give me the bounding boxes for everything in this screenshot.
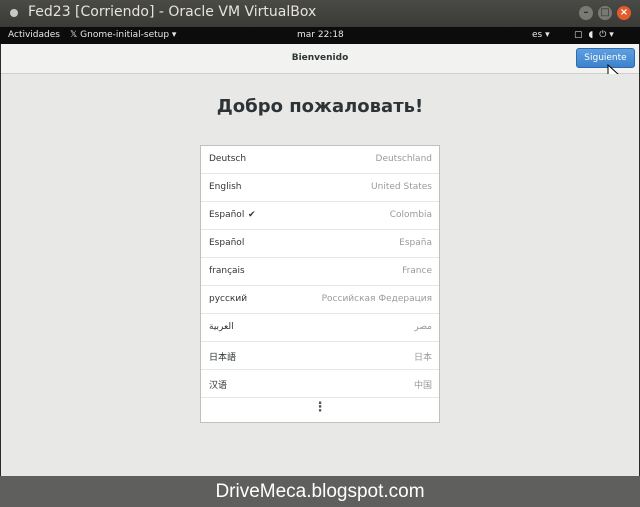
language-row[interactable]: English United States xyxy=(201,174,439,202)
language-row[interactable]: Deutsch Deutschland xyxy=(201,146,439,174)
page-title: Bienvenido xyxy=(291,53,349,63)
app-menu-label: Gnome-initial-setup ▾ xyxy=(80,30,177,40)
language-row[interactable]: 日本語 日本 xyxy=(201,342,439,370)
close-button[interactable]: × xyxy=(617,6,631,20)
language-region: France xyxy=(402,266,432,276)
activities-button[interactable]: Actividades xyxy=(8,30,60,40)
language-name: русский xyxy=(209,294,248,304)
language-name: English xyxy=(209,182,242,192)
language-row[interactable]: العربية مصر xyxy=(201,314,439,342)
system-status-menu[interactable]: ▢ ◖ ⏻ ▾ xyxy=(574,30,620,40)
language-row[interactable]: 汉语 中国 xyxy=(201,370,439,398)
language-row[interactable]: français France xyxy=(201,258,439,286)
header-bar: Bienvenido Siguiente xyxy=(1,44,639,74)
language-row[interactable]: Español España xyxy=(201,230,439,258)
language-region: United States xyxy=(371,182,432,192)
window-titlebar: Fed23 [Corriendo] - Oracle VM VirtualBox… xyxy=(0,0,640,27)
minimize-button[interactable]: – xyxy=(579,6,593,20)
window-menu-icon[interactable] xyxy=(10,9,18,17)
language-name: العربية xyxy=(209,322,234,332)
language-name: 日本語 xyxy=(209,353,237,363)
clock[interactable]: mar 22:18 xyxy=(297,30,344,40)
checkmark-icon: ✔ xyxy=(248,210,256,220)
welcome-heading: Добро пожаловать! xyxy=(216,96,424,117)
more-languages-button[interactable]: ⋮ xyxy=(201,401,439,420)
main-content: Добро пожаловать! Deutsch Deutschland En… xyxy=(1,74,639,476)
language-name: 汉语 xyxy=(209,381,228,391)
language-region: مصر xyxy=(414,322,432,332)
language-region: España xyxy=(399,238,432,248)
app-icon: 𝕏 xyxy=(70,30,78,40)
language-region: 日本 xyxy=(413,353,432,363)
watermark-bar: DriveMeca.blogspot.com xyxy=(0,476,640,507)
input-language-menu[interactable]: es ▾ xyxy=(532,30,550,40)
language-row[interactable]: русский Российская Федерация xyxy=(201,286,439,314)
language-region: 中国 xyxy=(413,381,432,391)
language-name: Español xyxy=(209,210,245,220)
language-name: Español xyxy=(209,238,245,248)
watermark-text: DriveMeca.blogspot.com xyxy=(215,481,425,502)
language-name: français xyxy=(209,266,245,276)
language-region: Российская Федерация xyxy=(321,294,432,304)
gnome-topbar: Actividades 𝕏 Gnome-initial-setup ▾ mar … xyxy=(0,27,640,44)
screen-icon: ▢ xyxy=(574,30,583,40)
power-icon: ⏻ ▾ xyxy=(599,30,614,40)
app-menu[interactable]: 𝕏 Gnome-initial-setup ▾ xyxy=(70,30,176,40)
language-region: Deutschland xyxy=(375,154,432,164)
language-row-selected[interactable]: Español ✔ Colombia xyxy=(201,202,439,230)
language-region: Colombia xyxy=(389,210,432,220)
volume-icon: ◖ xyxy=(588,30,594,40)
maximize-button[interactable]: □ xyxy=(598,6,612,20)
language-list: Deutsch Deutschland English United State… xyxy=(200,145,440,423)
window-title: Fed23 [Corriendo] - Oracle VM VirtualBox xyxy=(28,4,317,20)
language-name: Deutsch xyxy=(209,154,247,164)
